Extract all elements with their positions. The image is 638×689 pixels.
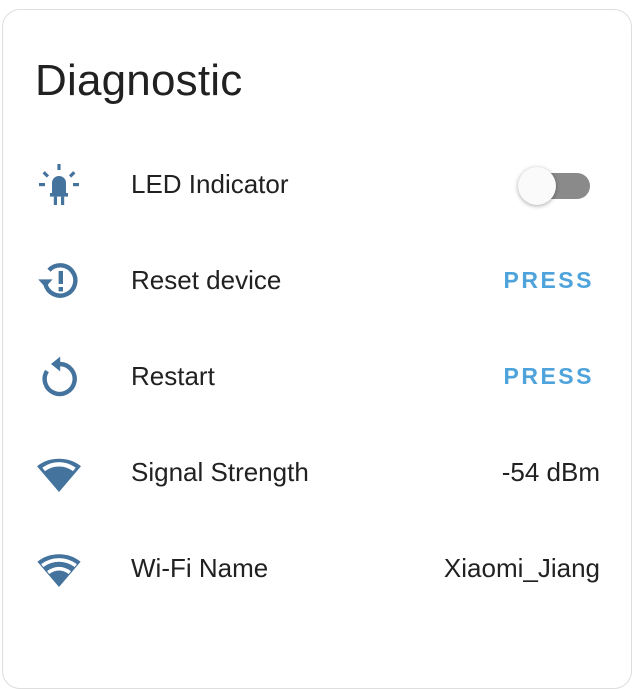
entity-row-reset-device: Reset device PRESS [0, 235, 638, 331]
restart-icon[interactable] [35, 353, 83, 401]
row-label[interactable]: Signal Strength [131, 455, 309, 489]
row-label[interactable]: Restart [131, 359, 215, 393]
toggle-thumb [518, 167, 556, 205]
card-title: Diagnostic [35, 56, 243, 105]
led-icon[interactable] [35, 161, 83, 209]
entity-row-wifi-name: Wi-Fi Name Xiaomi_Jiang [0, 523, 638, 619]
row-label[interactable]: LED Indicator [131, 167, 289, 201]
row-label[interactable]: Wi-Fi Name [131, 551, 268, 585]
wifi-name-value: Xiaomi_Jiang [443, 553, 600, 583]
entity-row-led-indicator: LED Indicator [0, 139, 638, 235]
wifi-icon[interactable] [35, 545, 83, 593]
entity-row-signal-strength: Signal Strength -54 dBm [0, 427, 638, 523]
led-indicator-toggle[interactable] [518, 166, 592, 206]
signal-strength-value: -54 dBm [501, 457, 600, 487]
entity-row-restart: Restart PRESS [0, 331, 638, 427]
reset-device-press-button[interactable]: PRESS [504, 263, 594, 297]
restore-alert-icon[interactable] [35, 257, 83, 305]
wifi-signal-icon[interactable] [35, 449, 83, 497]
restart-press-button[interactable]: PRESS [504, 359, 594, 393]
row-label[interactable]: Reset device [131, 263, 281, 297]
